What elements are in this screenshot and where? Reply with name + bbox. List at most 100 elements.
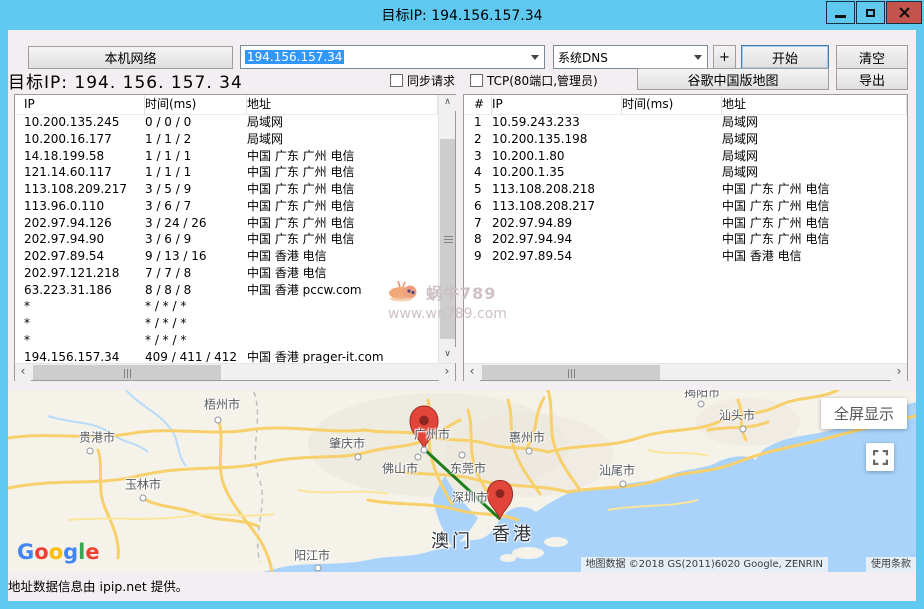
fullscreen-display-button[interactable]: 全屏显示	[821, 398, 907, 429]
table-cell	[247, 332, 438, 349]
dns-combobox[interactable]: 系统DNS	[553, 45, 708, 69]
table-row[interactable]: 194.156.157.34409 / 411 / 412中国 香港 prage…	[15, 349, 438, 364]
table-row[interactable]: 14.18.199.581 / 1 / 1中国 广东 广州 电信	[15, 148, 438, 165]
column-header[interactable]: 时间(ms)	[622, 95, 722, 114]
table-row[interactable]: 202.97.94.1263 / 24 / 26中国 广东 广州 电信	[15, 215, 438, 232]
table-cell	[622, 164, 722, 181]
column-header[interactable]: #	[464, 95, 492, 114]
google-logo-letter: e	[85, 540, 99, 564]
sync-request-checkbox[interactable]: 同步请求	[390, 72, 455, 89]
column-header[interactable]: IP	[15, 95, 145, 114]
map-city-label: 梧州市	[204, 396, 240, 413]
horizontal-scrollbar[interactable]: ‹ ›	[15, 363, 455, 380]
table-row[interactable]: 9202.97.89.54中国 香港 电信	[464, 248, 907, 265]
map-city-label: 肇庆市	[329, 435, 365, 452]
horizontal-scrollbar[interactable]: ‹ ›	[464, 363, 907, 380]
maximize-button[interactable]	[856, 1, 885, 24]
table-cell	[622, 131, 722, 148]
column-header[interactable]: 地址	[722, 95, 907, 114]
scrollbar-thumb[interactable]	[482, 365, 660, 380]
table-row[interactable]: 7202.97.94.89中国 广东 广州 电信	[464, 215, 907, 232]
table-cell: 113.108.208.218	[492, 181, 622, 198]
table-row[interactable]: 113.96.0.1103 / 6 / 7中国 广东 广州 电信	[15, 198, 438, 215]
table-row[interactable]: ** / * / *	[15, 332, 438, 349]
chevron-down-icon[interactable]	[694, 55, 702, 60]
fullscreen-toggle-button[interactable]	[866, 443, 894, 471]
export-button[interactable]: 导出	[836, 68, 908, 90]
clear-button[interactable]: 清空	[836, 45, 908, 69]
table-row[interactable]: 202.97.89.549 / 13 / 16中国 香港 电信	[15, 248, 438, 265]
table-cell: 局域网	[722, 114, 907, 131]
table-row[interactable]: 8202.97.94.94中国 广东 广州 电信	[464, 231, 907, 248]
table-row[interactable]: 202.97.94.903 / 6 / 9中国 广东 广州 电信	[15, 231, 438, 248]
table-cell: 0 / 0 / 0	[145, 114, 247, 131]
table-cell: 10.59.243.233	[492, 114, 622, 131]
table-cell: 113.108.209.217	[15, 181, 145, 198]
google-logo[interactable]: Google	[17, 540, 100, 564]
table-row[interactable]: 10.200.135.2450 / 0 / 0局域网	[15, 114, 438, 131]
table-cell: 113.96.0.110	[15, 198, 145, 215]
table-row[interactable]: 202.97.121.2187 / 7 / 8中国 香港 电信	[15, 265, 438, 282]
titlebar[interactable]: 目标IP: 194.156.157.34	[0, 0, 924, 30]
chevron-down-icon[interactable]	[531, 55, 539, 60]
scroll-right-icon[interactable]: ›	[439, 364, 455, 381]
google-logo-letter: o	[49, 540, 63, 564]
table-row[interactable]: 410.200.1.35局域网	[464, 164, 907, 181]
table-row[interactable]: 113.108.209.2173 / 5 / 9中国 广东 广州 电信	[15, 181, 438, 198]
table-cell: 9	[464, 248, 492, 265]
table-row[interactable]: 121.14.60.1171 / 1 / 1中国 广东 广州 电信	[15, 164, 438, 181]
table-cell: 10.200.1.35	[492, 164, 622, 181]
google-china-map-button[interactable]: 谷歌中国版地图	[637, 68, 829, 90]
google-logo-letter: g	[63, 540, 78, 564]
table-cell: 63.223.31.186	[15, 282, 145, 299]
local-network-button[interactable]: 本机网络	[28, 46, 233, 69]
column-header[interactable]: IP	[492, 95, 622, 114]
vertical-scrollbar[interactable]: ∧ ∨	[438, 95, 455, 363]
table-header: #IP时间(ms)地址	[464, 95, 907, 115]
scrollbar-thumb[interactable]	[33, 365, 221, 380]
scroll-left-icon[interactable]: ‹	[464, 364, 480, 381]
scroll-up-icon[interactable]: ∧	[439, 95, 456, 111]
column-header[interactable]: 时间(ms)	[145, 95, 247, 114]
table-cell: 7	[464, 215, 492, 232]
scroll-left-icon[interactable]: ‹	[15, 364, 31, 381]
table-cell: 中国 香港 电信	[247, 248, 438, 265]
table-row[interactable]: 5113.108.208.218中国 广东 广州 电信	[464, 181, 907, 198]
checkbox-icon[interactable]	[470, 74, 483, 87]
table-cell: * / * / *	[145, 315, 247, 332]
table-cell	[622, 114, 722, 131]
table-cell	[622, 198, 722, 215]
table-cell: 10.200.1.80	[492, 148, 622, 165]
minimize-button[interactable]	[826, 1, 855, 24]
map-city-label: 澳门	[431, 527, 473, 553]
table-row[interactable]: 6113.108.208.217中国 广东 广州 电信	[464, 198, 907, 215]
google-logo-letter: G	[17, 540, 34, 564]
add-ip-button[interactable]: +	[713, 45, 736, 69]
status-bar-text: 地址数据信息由 ipip.net 提供。	[8, 576, 188, 595]
target-ip-combobox[interactable]: 194.156.157.34	[240, 45, 545, 69]
table-row[interactable]: 110.59.243.233 局域网	[464, 114, 907, 131]
table-cell: 4	[464, 164, 492, 181]
table-row[interactable]: 310.200.1.80局域网	[464, 148, 907, 165]
table-cell: 202.97.89.54	[492, 248, 622, 265]
column-header[interactable]: 地址	[247, 95, 438, 114]
start-button[interactable]: 开始	[741, 45, 829, 69]
table-row[interactable]: 10.200.16.1771 / 1 / 2局域网	[15, 131, 438, 148]
table-cell: 1	[464, 114, 492, 131]
map-city-dot	[355, 454, 362, 461]
table-row[interactable]: 63.223.31.1868 / 8 / 8中国 香港 pccw.com	[15, 282, 438, 299]
table-row[interactable]: ** / * / *	[15, 315, 438, 332]
scrollbar-grip-icon	[568, 369, 575, 378]
map-city-label: 深圳市	[452, 489, 488, 506]
scroll-right-icon[interactable]: ›	[891, 364, 907, 381]
map-city-label: 汕尾市	[599, 462, 635, 479]
terms-link[interactable]: 使用条款	[866, 557, 916, 572]
table-cell: 1 / 1 / 1	[145, 148, 247, 165]
table-row[interactable]: ** / * / *	[15, 298, 438, 315]
scroll-down-icon[interactable]: ∨	[439, 347, 456, 363]
close-button[interactable]	[886, 1, 922, 24]
table-row[interactable]: 210.200.135.198局域网	[464, 131, 907, 148]
map-panel[interactable]: 揭阳市梧州市汕头市贵港市惠州市肇庆市广州市佛山市东莞市玉林市汕尾市深圳市香港澳门…	[8, 390, 916, 572]
checkbox-icon[interactable]	[390, 74, 403, 87]
tcp-checkbox[interactable]: TCP(80端口,管理员)	[470, 72, 598, 89]
